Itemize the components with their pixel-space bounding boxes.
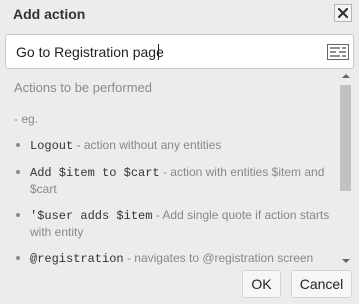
help-item-text: - action without any entities bbox=[73, 138, 222, 152]
cancel-button[interactable]: Cancel bbox=[291, 270, 352, 298]
text-cursor bbox=[158, 44, 159, 60]
scroll-down-arrow-icon[interactable] bbox=[342, 258, 350, 264]
help-list: Logout - action without any entities Add… bbox=[14, 137, 334, 266]
dialog-title-bar: Add action bbox=[0, 0, 359, 28]
dialog-title: Add action bbox=[13, 6, 86, 22]
ok-button[interactable]: OK bbox=[242, 270, 281, 298]
help-item-text: - navigates to @registration screen bbox=[123, 251, 314, 265]
help-panel: Actions to be performed - eg. Logout - a… bbox=[5, 70, 354, 266]
close-icon bbox=[338, 8, 348, 18]
help-example-label: - eg. bbox=[14, 112, 39, 126]
help-item: @registration - navigates to @registrati… bbox=[14, 250, 334, 266]
help-scrollbar[interactable] bbox=[339, 72, 353, 266]
list-icon[interactable] bbox=[327, 44, 349, 60]
help-item-code: @registration bbox=[30, 252, 124, 266]
add-action-dialog: Add action Actions to be performed - eg.… bbox=[0, 0, 359, 304]
help-content: Actions to be performed - eg. Logout - a… bbox=[14, 80, 334, 266]
help-item-code: '$user adds $item bbox=[30, 209, 153, 223]
help-item-code: Logout bbox=[30, 139, 74, 153]
action-input-wrapper bbox=[5, 34, 354, 69]
scroll-up-arrow-icon[interactable] bbox=[342, 73, 350, 79]
help-item: '$user adds $item - Add single quote if … bbox=[14, 207, 334, 240]
scrollbar-thumb[interactable] bbox=[340, 85, 351, 191]
help-heading: Actions to be performed bbox=[14, 80, 153, 95]
help-item-code: Add $item to $cart bbox=[30, 166, 160, 180]
action-input[interactable] bbox=[16, 41, 316, 63]
help-item: Add $item to $cart - action with entitie… bbox=[14, 164, 334, 197]
help-item: Logout - action without any entities bbox=[14, 137, 334, 154]
close-button[interactable] bbox=[334, 4, 352, 22]
